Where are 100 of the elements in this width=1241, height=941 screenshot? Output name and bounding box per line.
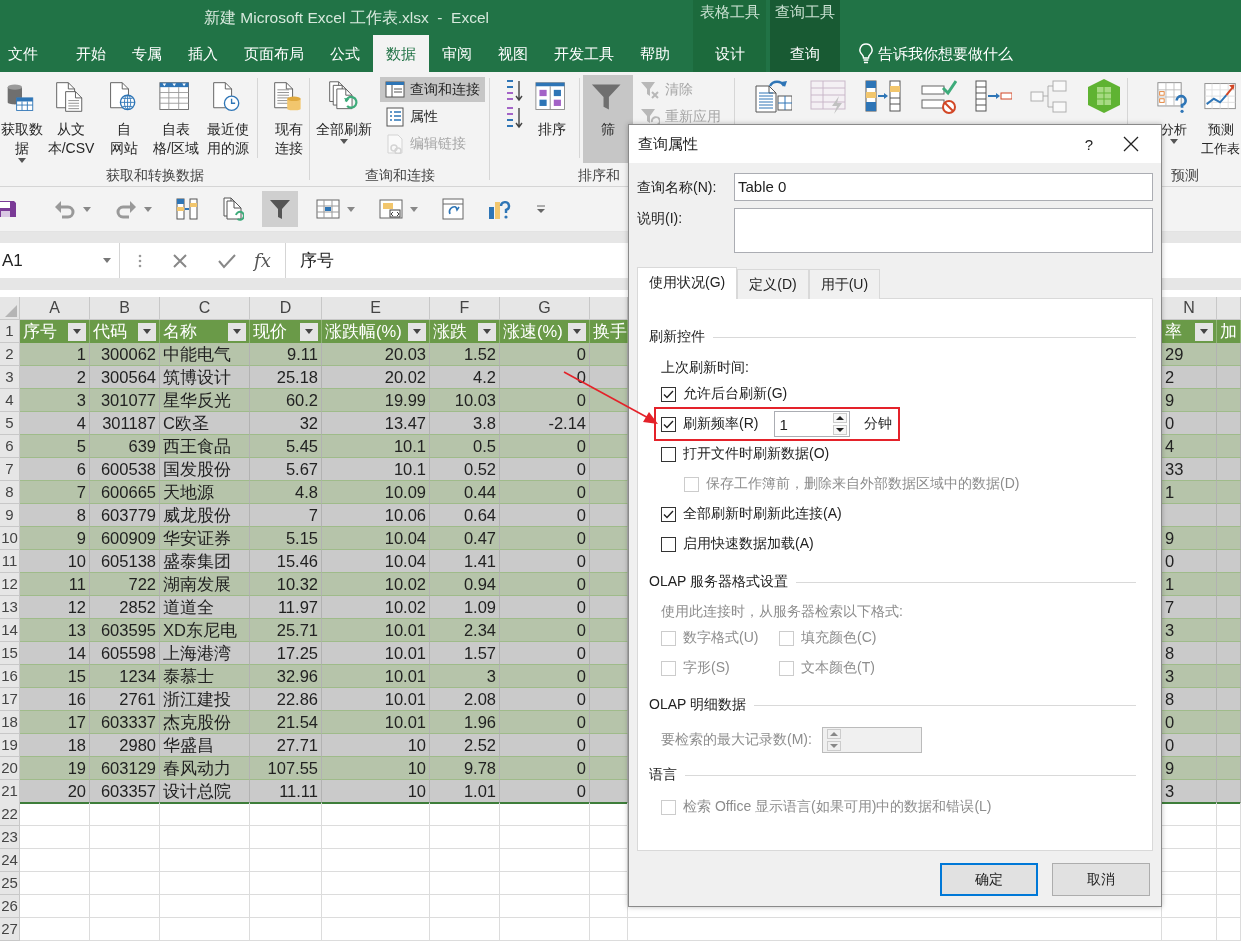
check-icon xyxy=(663,419,674,429)
field-label: 要检索的最大记录数(M): xyxy=(661,731,812,749)
help-button[interactable]: ? xyxy=(1071,135,1107,153)
group-label: 查询和连接 xyxy=(365,166,435,185)
row-header: 22 xyxy=(0,803,20,826)
row-header: 18 xyxy=(0,711,20,734)
note-text: 使用此连接时，从服务器检索以下格式: xyxy=(661,602,904,621)
ribbon-tab[interactable]: 设计 xyxy=(701,35,758,72)
enter-icon xyxy=(218,252,236,269)
checkbox[interactable] xyxy=(661,536,676,552)
number-field[interactable] xyxy=(821,727,922,753)
ribbon-tab[interactable]: 插入 xyxy=(175,35,231,72)
filter-button[interactable] xyxy=(228,322,246,341)
group-label: 获取和转换数据 xyxy=(106,166,204,185)
link-icon xyxy=(385,133,405,154)
dialog-tab[interactable]: 定义(D) xyxy=(737,269,809,299)
ribbon-button[interactable]: 最近使用的源 xyxy=(202,75,254,163)
list-icon xyxy=(385,106,405,127)
filter-button[interactable] xyxy=(300,322,318,341)
row-header: 21 xyxy=(0,780,20,804)
query-name-field[interactable]: Table 0 xyxy=(734,173,1153,201)
checkbox[interactable] xyxy=(661,386,676,402)
filter-button[interactable] xyxy=(1195,322,1213,341)
select-all-icon xyxy=(5,305,17,317)
filter-button[interactable] xyxy=(68,322,86,341)
checkbox[interactable] xyxy=(661,446,676,462)
relationships-icon xyxy=(1028,78,1067,114)
data-validation-icon xyxy=(918,78,957,114)
ribbon-button[interactable]: 排序 xyxy=(528,75,576,163)
column-title: 现价 xyxy=(253,320,287,342)
caret-icon xyxy=(143,329,151,334)
table-cell: 20 xyxy=(20,780,90,804)
grid-icon xyxy=(316,198,340,220)
checkbox[interactable] xyxy=(661,416,676,432)
ribbon-button[interactable]: 自网站 xyxy=(98,75,150,163)
caret-icon xyxy=(573,329,581,334)
tab-group-label: 表格工具 xyxy=(698,3,761,22)
cancel-button[interactable]: 取消 xyxy=(1052,863,1150,896)
filter-button[interactable] xyxy=(568,322,586,341)
ribbon-tab[interactable]: 页面布局 xyxy=(231,35,317,72)
row-header: 24 xyxy=(0,849,20,872)
row-header: 23 xyxy=(0,826,20,849)
tab-group-label: 查询工具 xyxy=(774,3,836,22)
filter-button[interactable] xyxy=(478,322,496,341)
ribbon-tab[interactable]: 专属 xyxy=(119,35,175,72)
function-button[interactable]: fx xyxy=(254,250,271,271)
section-title: 语言 xyxy=(649,766,677,784)
ribbon-button[interactable]: 自表格/区域 xyxy=(150,75,202,163)
ribbon-button[interactable]: 从文本/CSV xyxy=(44,75,98,163)
caret-icon xyxy=(1170,139,1178,144)
ribbon-tab[interactable]: 查询 xyxy=(777,35,833,72)
ribbon-tab[interactable]: 审阅 xyxy=(429,35,485,72)
group-label: 排序和 xyxy=(578,166,620,185)
ribbon-button[interactable]: 查询和连接 xyxy=(380,77,485,102)
ribbon-button[interactable]: 筛 xyxy=(583,75,633,163)
filter-button[interactable] xyxy=(262,191,298,227)
note-text: 上次刷新时间: xyxy=(661,358,750,377)
ribbon-button[interactable]: 属性 xyxy=(380,104,485,129)
ribbon-tab[interactable]: 帮助 xyxy=(627,35,683,72)
caret-icon xyxy=(73,329,81,334)
row-header: 25 xyxy=(0,872,20,895)
name-box[interactable]: A1 xyxy=(0,243,120,278)
ribbon-tab[interactable]: 开发工具 xyxy=(541,35,627,72)
checkbox-label: 填充颜色(C) xyxy=(801,629,877,647)
spin-down-icon xyxy=(833,425,848,435)
filter-button[interactable] xyxy=(408,322,426,341)
dialog-tab[interactable]: 使用状况(G) xyxy=(637,267,738,299)
ok-button[interactable]: 确定 xyxy=(940,863,1038,896)
ribbon-tab[interactable]: 视图 xyxy=(485,35,541,72)
ribbon-button[interactable]: 获取数据 xyxy=(0,75,44,163)
sort-ascending-icon xyxy=(505,77,523,102)
check-icon xyxy=(663,509,674,519)
filter-button[interactable] xyxy=(138,322,156,341)
row-header: 3 xyxy=(0,366,20,389)
checkbox-label: 字形(S) xyxy=(683,659,730,677)
unit-label: 分钟 xyxy=(864,415,893,433)
row-header: 10 xyxy=(0,527,20,550)
ribbon-button[interactable]: 预测工作表 xyxy=(1200,75,1241,163)
description-field[interactable] xyxy=(734,208,1153,253)
table-cell: 10 xyxy=(322,780,430,804)
table-cell: 设计总院 xyxy=(160,780,250,804)
ribbon-tab[interactable]: 文件 xyxy=(0,35,51,72)
text-to-columns-icon xyxy=(753,78,792,114)
tell-me-field[interactable]: 告诉我你想要做什么 xyxy=(878,45,1078,62)
column-title: 换手 xyxy=(593,320,627,342)
ribbon-tab[interactable]: 数据 xyxy=(373,35,429,72)
table-cell: 1.01 xyxy=(430,780,500,804)
filter-icon xyxy=(269,198,291,220)
row-header: 13 xyxy=(0,596,20,619)
row-header: 16 xyxy=(0,665,20,688)
ribbon-tab[interactable]: 开始 xyxy=(63,35,119,72)
row-header: 8 xyxy=(0,481,20,504)
checkbox[interactable] xyxy=(661,506,676,522)
column-title: 名称 xyxy=(163,320,197,342)
row-header: 20 xyxy=(0,757,20,780)
checkbox-label: 打开文件时刷新数据(O) xyxy=(683,445,830,463)
number-field[interactable]: 1 xyxy=(774,411,851,437)
dialog-tab[interactable]: 用于(U) xyxy=(808,269,881,299)
row-header: 27 xyxy=(0,918,20,941)
ribbon-tab[interactable]: 公式 xyxy=(317,35,373,72)
